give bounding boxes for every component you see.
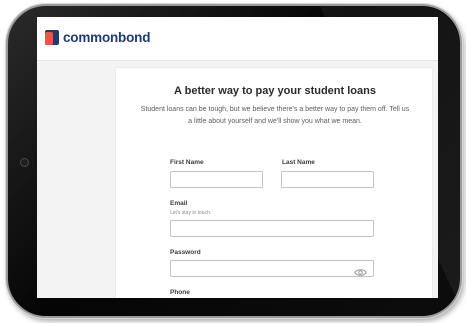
brand-name[interactable]: commonbond: [63, 30, 150, 45]
password-input[interactable]: [170, 260, 374, 277]
intro-text: Student loans can be tough, but we belie…: [140, 106, 410, 125]
commonbond-logo-icon[interactable]: [45, 30, 59, 45]
first-name-input[interactable]: [170, 171, 263, 188]
email-hint: Let's stay in touch.: [170, 210, 212, 216]
email-label: Email: [170, 200, 188, 207]
phone-label: Phone: [170, 289, 190, 296]
last-name-input[interactable]: [281, 171, 374, 188]
first-name-label: First Name: [170, 159, 204, 166]
home-button[interactable]: [20, 158, 29, 167]
tablet-screen: commonbond A better way to pay your stud…: [37, 17, 438, 298]
eye-icon[interactable]: [354, 264, 367, 276]
last-name-label: Last Name: [282, 159, 315, 166]
email-input[interactable]: [170, 220, 374, 237]
app-header: commonbond: [37, 17, 438, 61]
password-label: Password: [170, 249, 201, 256]
page-title: A better way to pay your student loans: [174, 85, 376, 97]
